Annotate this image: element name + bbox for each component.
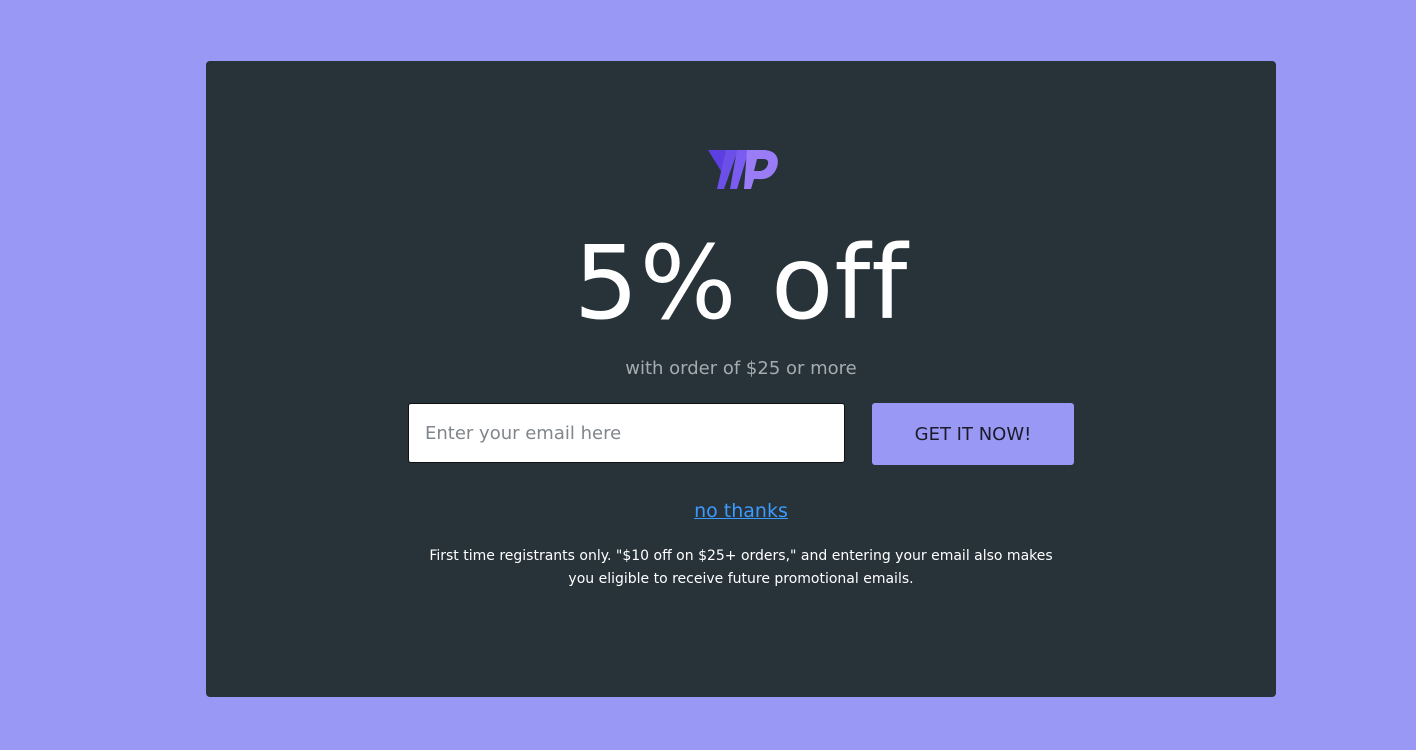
- offer-headline: 5% off: [573, 224, 909, 343]
- wp-logo-icon: [708, 150, 778, 189]
- fine-print: First time registrants only. "$10 off on…: [429, 548, 1053, 587]
- no-thanks-container: no thanks: [206, 498, 1276, 524]
- no-thanks-link[interactable]: no thanks: [694, 500, 788, 522]
- get-it-now-button[interactable]: GET IT NOW!: [872, 403, 1074, 465]
- email-input[interactable]: [408, 403, 845, 463]
- promo-modal: 5% off with order of $25 or more GET IT …: [206, 61, 1276, 697]
- offer-subline: with order of $25 or more: [625, 358, 857, 379]
